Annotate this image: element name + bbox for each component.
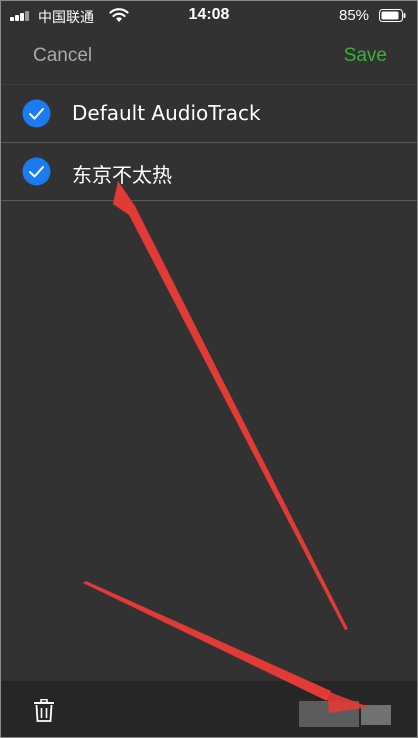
save-button[interactable]: Save — [344, 45, 387, 67]
nav-bar: Cancel Save — [1, 31, 417, 83]
battery-icon — [379, 9, 406, 22]
checkmark-circle-icon[interactable] — [22, 99, 51, 128]
list-item[interactable]: Default AudioTrack — [1, 84, 417, 143]
audio-track-list: Default AudioTrack 东京不太热 — [1, 84, 417, 201]
bottom-toolbar — [1, 681, 417, 737]
list-item[interactable]: 东京不太热 — [1, 143, 417, 201]
list-item-label: 东京不太热 — [72, 163, 172, 187]
toolbar-action-icon[interactable] — [299, 699, 399, 729]
annotation-arrow-upper — [113, 181, 348, 630]
trash-icon[interactable] — [33, 699, 55, 722]
list-item-label: Default AudioTrack — [72, 101, 261, 125]
status-bar: 中国联通 14:08 85% — [1, 1, 417, 31]
app-frame: 中国联通 14:08 85% Cancel Save Default Audio… — [0, 0, 418, 738]
battery-percent: 85% — [339, 7, 370, 24]
cancel-button[interactable]: Cancel — [33, 45, 92, 67]
checkmark-circle-icon[interactable] — [22, 157, 51, 186]
